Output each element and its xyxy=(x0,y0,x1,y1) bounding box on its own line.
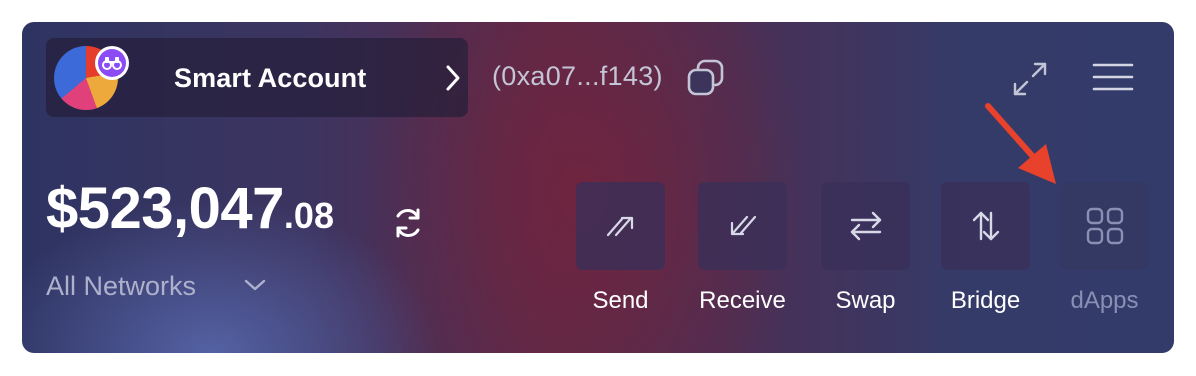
chevron-down-icon xyxy=(244,279,266,291)
binoculars-icon xyxy=(102,57,122,70)
wallet-card: Smart Account (0xa07...f143) $523,047.08 xyxy=(22,22,1174,353)
bridge-icon xyxy=(972,211,999,241)
bridge-button[interactable]: Bridge xyxy=(941,182,1030,314)
balance-whole: $523,047 xyxy=(46,176,284,241)
send-label: Send xyxy=(592,287,649,314)
chevron-right-icon xyxy=(446,65,460,91)
swap-label: Swap xyxy=(835,287,896,314)
receive-button[interactable]: Receive xyxy=(698,182,787,314)
expand-icon[interactable] xyxy=(1012,61,1048,97)
dapps-button[interactable]: dApps xyxy=(1060,182,1149,314)
menu-icon[interactable] xyxy=(1092,62,1134,92)
account-name: Smart Account xyxy=(174,63,367,93)
swap-icon xyxy=(850,211,881,241)
receive-label: Receive xyxy=(699,287,786,314)
swap-button[interactable]: Swap xyxy=(821,182,910,314)
refresh-icon[interactable] xyxy=(391,206,425,240)
bridge-label: Bridge xyxy=(950,287,1021,314)
balance-cents: .08 xyxy=(283,195,334,236)
receive-icon xyxy=(730,215,756,236)
dapps-label: dApps xyxy=(1070,287,1139,314)
send-icon xyxy=(606,216,633,237)
send-button[interactable]: Send xyxy=(576,182,665,314)
annotation-arrow xyxy=(985,103,1056,184)
account-address: (0xa07...f143) xyxy=(492,61,663,91)
network-selector[interactable]: All Networks xyxy=(46,266,266,306)
total-balance: $523,047.08 xyxy=(46,174,334,244)
binoculars-badge xyxy=(95,46,129,80)
account-selector[interactable]: Smart Account xyxy=(46,38,468,117)
grid-icon xyxy=(1086,207,1123,245)
network-label: All Networks xyxy=(46,271,197,301)
copy-icon[interactable] xyxy=(686,58,726,98)
